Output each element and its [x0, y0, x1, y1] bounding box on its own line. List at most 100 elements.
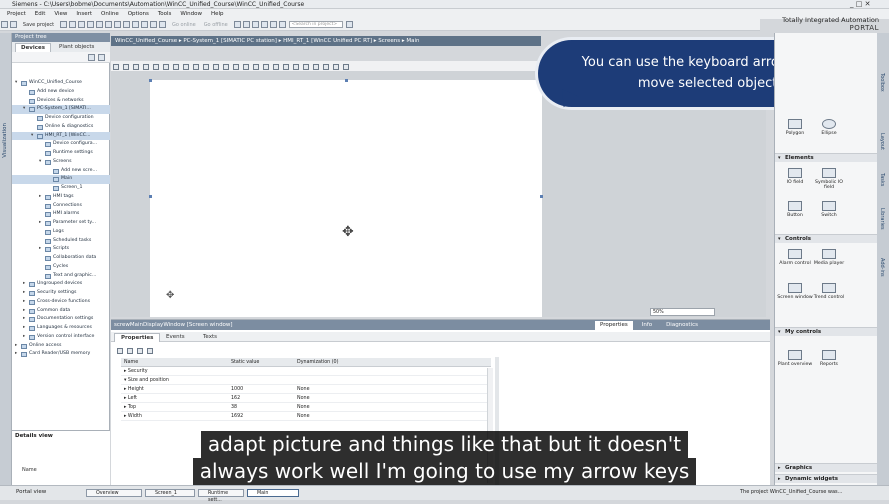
- tool-polygon[interactable]: Polygon: [777, 119, 813, 136]
- zoom-out-icon[interactable]: [323, 64, 329, 70]
- resize-handle-tm[interactable]: [345, 79, 348, 82]
- tree-item[interactable]: Cycles: [12, 263, 110, 272]
- tree-expander-icon[interactable]: ▸: [23, 333, 25, 342]
- tool-media-player[interactable]: Media player: [811, 249, 847, 266]
- rotate-icon[interactable]: [263, 64, 269, 70]
- tree-expander-icon[interactable]: ▾: [15, 79, 17, 88]
- preview-icon[interactable]: [343, 64, 349, 70]
- tool-symbolic-io-field[interactable]: Symbolic IO field: [811, 168, 847, 191]
- zoom-select[interactable]: 50%: [650, 308, 715, 316]
- tree-expander-icon[interactable]: ▸: [23, 298, 25, 307]
- tool-alarm-control[interactable]: Alarm control: [777, 249, 813, 266]
- tree-item[interactable]: ▸ Common data: [12, 307, 110, 316]
- split-horizontal-icon[interactable]: [260, 21, 268, 28]
- section-my-controls[interactable]: ▾ My controls: [775, 327, 878, 336]
- window-icon[interactable]: [278, 21, 286, 28]
- portal-view-button[interactable]: Portal view: [16, 489, 46, 495]
- menu-options[interactable]: Options: [128, 9, 149, 19]
- tree-expander-icon[interactable]: ▸: [15, 342, 17, 351]
- zoom-in-icon[interactable]: [313, 64, 319, 70]
- screen-canvas[interactable]: [150, 80, 542, 317]
- tab-toolbox[interactable]: Toolbox: [879, 73, 885, 92]
- tab-add-ins[interactable]: Add-ins: [879, 258, 885, 277]
- task-main[interactable]: Main: [247, 489, 299, 497]
- tree-expander-icon[interactable]: ▾: [31, 132, 33, 141]
- resize-handle-ml[interactable]: [149, 195, 152, 198]
- tree-item[interactable]: Devices & networks: [12, 97, 110, 106]
- tree-item[interactable]: Scheduled tasks: [12, 237, 110, 246]
- tree-item[interactable]: Screen_1: [12, 184, 110, 193]
- tree-item[interactable]: ▾ HMI_RT_1 [WinCC...: [12, 131, 110, 141]
- compile-icon[interactable]: [123, 21, 131, 28]
- same-width-icon[interactable]: [203, 64, 209, 70]
- tree-item[interactable]: ▸ Documentation settings: [12, 315, 110, 324]
- tree-expander-icon[interactable]: ▾: [39, 158, 41, 167]
- copy-icon[interactable]: [78, 21, 86, 28]
- tab-info[interactable]: Info: [637, 321, 657, 330]
- search-icon[interactable]: [345, 21, 353, 28]
- tree-options-icon[interactable]: [98, 54, 105, 61]
- redo-icon[interactable]: [114, 21, 122, 28]
- go-online-button[interactable]: Go online: [172, 19, 196, 31]
- tree-expander-icon[interactable]: ▸: [15, 350, 17, 359]
- tree-item[interactable]: Device configura...: [12, 140, 110, 149]
- bring-front-icon[interactable]: [243, 64, 249, 70]
- resize-handle-tl[interactable]: [149, 79, 152, 82]
- tree-item[interactable]: Add new scre...: [12, 167, 110, 176]
- tree-item[interactable]: ▸ Ungrouped devices: [12, 280, 110, 289]
- grid-icon[interactable]: [283, 64, 289, 70]
- tab-plant-objects[interactable]: Plant objects: [54, 43, 99, 52]
- accessible-devices-icon[interactable]: [233, 21, 241, 28]
- property-row[interactable]: ▸ Width 1692 None: [121, 412, 491, 421]
- list-view-icon[interactable]: [127, 348, 133, 354]
- tree-item[interactable]: Collaboration data: [12, 254, 110, 263]
- tree-item[interactable]: ▸ Card Reader/USB memory: [12, 350, 110, 359]
- download-icon[interactable]: [132, 21, 140, 28]
- align-middle-icon[interactable]: [163, 64, 169, 70]
- cut-icon[interactable]: [69, 21, 77, 28]
- distribute-v-icon[interactable]: [193, 64, 199, 70]
- group-icon[interactable]: [223, 64, 229, 70]
- tool-trend-control[interactable]: Trend control: [811, 283, 847, 300]
- save-project-button[interactable]: Save project: [23, 19, 54, 31]
- undo-icon[interactable]: [105, 21, 113, 28]
- tree-expander-icon[interactable]: ▸: [23, 289, 25, 298]
- tree-item[interactable]: ▸ Version control interface: [12, 333, 110, 342]
- select-tool-icon[interactable]: [113, 64, 119, 70]
- align-top-icon[interactable]: [153, 64, 159, 70]
- tree-item[interactable]: ▾ Screens: [12, 158, 110, 167]
- visualization-tab[interactable]: Visualization: [2, 123, 8, 158]
- tree-item[interactable]: Runtime settings: [12, 149, 110, 158]
- project-search-input[interactable]: <Search in project>: [288, 21, 343, 28]
- sort-icon[interactable]: [117, 348, 123, 354]
- tab-properties-global[interactable]: Properties: [595, 321, 633, 330]
- flip-icon[interactable]: [273, 64, 279, 70]
- window-controls[interactable]: _ □ ✕: [850, 0, 870, 8]
- open-project-icon[interactable]: [10, 21, 17, 28]
- property-row[interactable]: ▾ Size and position: [121, 376, 491, 385]
- tree-item[interactable]: HMI alarms: [12, 210, 110, 219]
- tool-plant-overview[interactable]: Plant overview: [777, 350, 813, 367]
- tab-texts[interactable]: Texts: [197, 333, 223, 342]
- new-project-icon[interactable]: [1, 21, 8, 28]
- tree-expander-icon[interactable]: ▸: [23, 324, 25, 333]
- property-value[interactable]: 162: [231, 394, 240, 403]
- fit-icon[interactable]: [333, 64, 339, 70]
- menu-insert[interactable]: Insert: [76, 9, 92, 19]
- split-vertical-icon[interactable]: [269, 21, 277, 28]
- align-right-icon[interactable]: [143, 64, 149, 70]
- tree-item[interactable]: Text and graphic...: [12, 272, 110, 281]
- task-screen-1[interactable]: Screen_1: [145, 489, 195, 497]
- tab-events[interactable]: Events: [160, 333, 191, 342]
- tab-libraries[interactable]: Libraries: [879, 208, 885, 230]
- tree-item[interactable]: ▸ Scripts: [12, 245, 110, 254]
- tree-expander-icon[interactable]: ▸: [23, 315, 25, 324]
- property-value[interactable]: 38: [231, 403, 237, 412]
- tree-expander-icon[interactable]: ▾: [23, 105, 25, 114]
- tree-expander-icon[interactable]: ▸: [39, 245, 41, 254]
- tool-switch[interactable]: Switch: [811, 201, 847, 218]
- layers-icon[interactable]: [303, 64, 309, 70]
- tool-screen-window[interactable]: Screen window: [777, 283, 813, 300]
- tree-item[interactable]: Device configuration: [12, 114, 110, 123]
- tree-item[interactable]: ▸ Online access: [12, 342, 110, 351]
